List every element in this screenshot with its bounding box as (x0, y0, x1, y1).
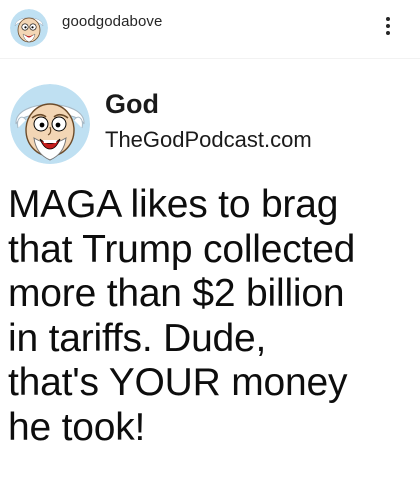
god-avatar (10, 84, 90, 164)
more-dot (386, 24, 390, 28)
post-image[interactable]: God TheGodPodcast.com MAGA likes to brag… (0, 58, 420, 480)
post-text-line: that's YOUR money (8, 361, 348, 404)
more-dot (386, 31, 390, 35)
author-name: God (105, 89, 159, 119)
more-dot (386, 17, 390, 21)
post-text-line: MAGA likes to brag (8, 183, 339, 226)
author-site: TheGodPodcast.com (105, 127, 312, 152)
more-options-icon[interactable] (376, 14, 400, 38)
post-text-line: more than $2 billion (8, 272, 345, 315)
post-text: MAGA likes to brag that Trump collected … (8, 183, 418, 450)
profile-avatar[interactable] (10, 9, 48, 47)
cartoon-god-face-icon (10, 84, 90, 164)
post-header: goodgodabove (0, 0, 420, 58)
post-text-line: in tariffs. Dude, (8, 316, 267, 360)
post-text-line: he took! (8, 405, 146, 449)
cartoon-god-face-icon (10, 9, 48, 47)
post-text-line: that Trump collected (8, 227, 356, 271)
username[interactable]: goodgodabove (62, 13, 162, 30)
